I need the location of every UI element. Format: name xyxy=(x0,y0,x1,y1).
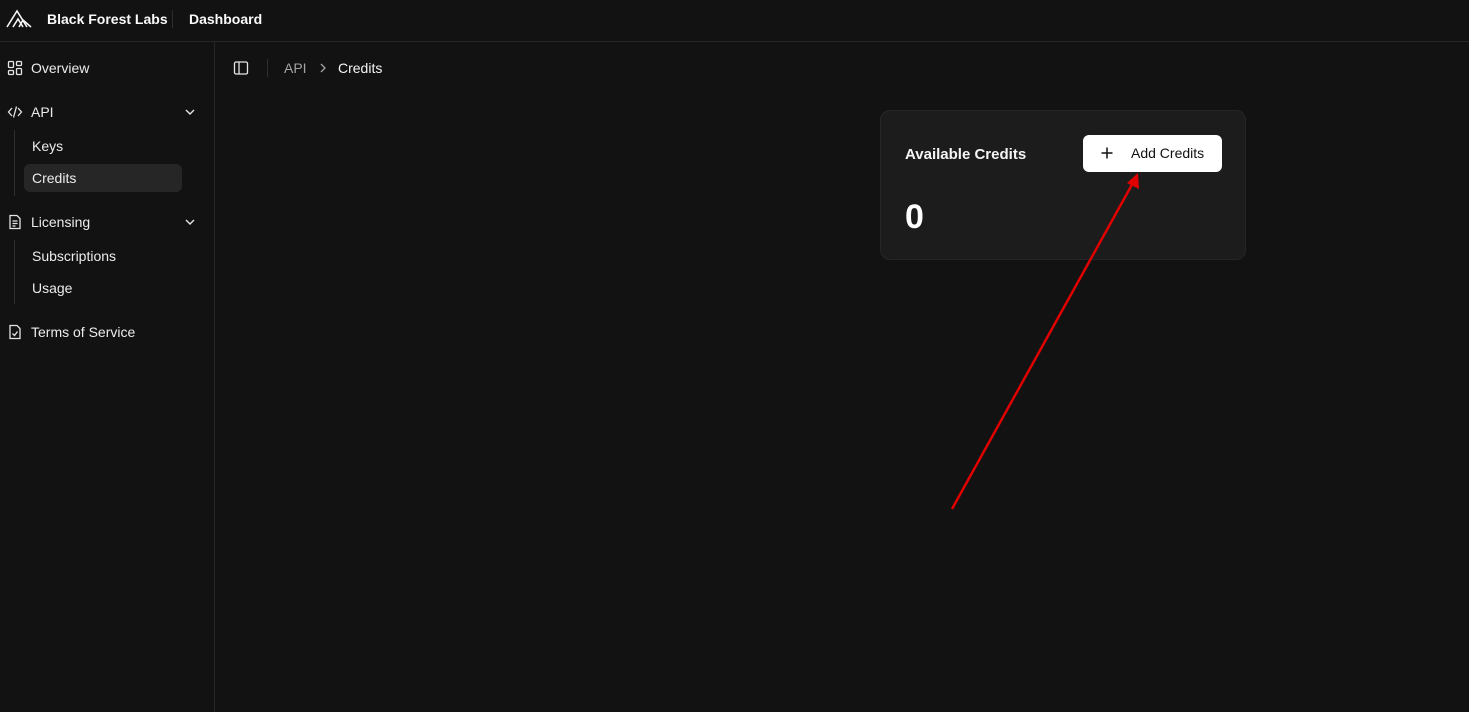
credit-balance: 0 xyxy=(905,198,924,236)
credits-card: Available Credits Add Credits 0 xyxy=(880,110,1246,260)
breadcrumb-item-api[interactable]: API xyxy=(284,60,307,76)
sidebar-item-label: Terms of Service xyxy=(31,324,136,340)
code-icon xyxy=(7,106,23,118)
chevron-down-icon[interactable] xyxy=(183,215,197,229)
breadcrumb: API Credits xyxy=(216,42,1469,94)
sidebar-item-label: API xyxy=(31,104,54,120)
submenu-line xyxy=(14,130,15,196)
sidebar-item-terms[interactable]: Terms of Service xyxy=(0,318,206,346)
document-icon xyxy=(9,214,21,230)
sidebar-item-licensing[interactable]: Licensing xyxy=(0,208,206,236)
bfl-logo-icon[interactable] xyxy=(6,9,32,29)
grid-icon xyxy=(7,60,23,76)
sidebar-item-label: Usage xyxy=(32,280,73,296)
sidebar-item-subscriptions[interactable]: Subscriptions xyxy=(24,242,182,270)
sidebar-item-label: Overview xyxy=(31,60,90,76)
brand-name[interactable]: Black Forest Labs xyxy=(47,11,168,27)
sidebar-item-usage[interactable]: Usage xyxy=(24,274,182,302)
annotation-arrow xyxy=(950,173,1139,510)
chevron-down-icon[interactable] xyxy=(183,105,197,119)
sidebar-item-keys[interactable]: Keys xyxy=(24,132,182,160)
submenu-line xyxy=(14,240,15,304)
sidebar-item-api[interactable]: API xyxy=(0,98,206,126)
sidebar: Overview API Keys Credits Licensing Subs… xyxy=(0,42,215,712)
header-divider xyxy=(172,10,173,28)
sidebar-item-overview[interactable]: Overview xyxy=(0,54,206,82)
sidebar-item-label: Licensing xyxy=(31,214,91,230)
sidebar-toggle-icon[interactable] xyxy=(233,60,249,76)
file-check-icon xyxy=(9,324,21,340)
chevron-right-icon xyxy=(320,63,326,73)
dashboard-title[interactable]: Dashboard xyxy=(189,11,262,27)
add-credits-button[interactable]: Add Credits xyxy=(1083,135,1222,172)
breadcrumb-item-credits: Credits xyxy=(338,60,383,76)
breadcrumb-divider xyxy=(267,59,268,77)
card-title: Available Credits xyxy=(905,146,1027,163)
plus-icon xyxy=(1101,147,1113,159)
sidebar-item-label: Subscriptions xyxy=(32,248,117,264)
add-credits-label: Add Credits xyxy=(1131,145,1205,161)
top-bar: Black Forest Labs Dashboard xyxy=(0,0,1469,42)
sidebar-item-label: Credits xyxy=(32,170,77,186)
sidebar-item-credits[interactable]: Credits xyxy=(24,164,182,192)
sidebar-item-label: Keys xyxy=(32,138,64,154)
